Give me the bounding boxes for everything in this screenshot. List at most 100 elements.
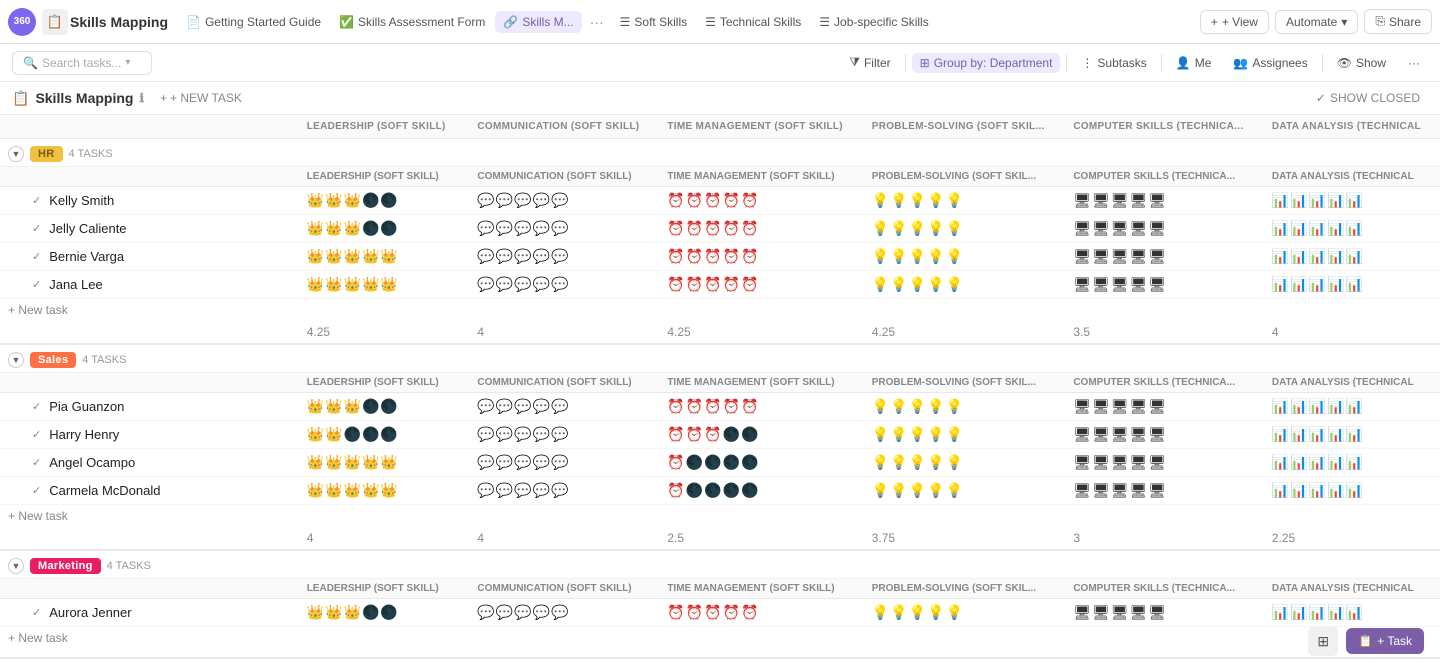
nav-tab-soft-skills[interactable]: ☰ Soft Skills xyxy=(612,11,695,33)
leadership-cell[interactable]: 👑👑👑👑👑 xyxy=(299,271,470,299)
group-by-button[interactable]: ⊞ Group by: Department xyxy=(912,53,1061,73)
problem-solving-cell[interactable]: 💡💡💡💡💡 xyxy=(864,449,1066,477)
summary-row-marketing xyxy=(0,649,1440,658)
time-management-cell[interactable]: ⏰⏰⏰⏰⏰ xyxy=(659,393,863,421)
search-box[interactable]: 🔍 Search tasks... ▾ xyxy=(12,51,152,75)
communication-cell[interactable]: 💬💬💬💬💬 xyxy=(469,271,659,299)
computer-skills-cell[interactable]: 🖥🖥🖥🖥🖥 xyxy=(1065,599,1264,627)
task-row[interactable]: ✓ Bernie Varga 👑👑👑👑👑 💬💬💬💬💬 ⏰⏰⏰⏰⏰ 💡💡💡💡💡 🖥… xyxy=(0,243,1440,271)
info-icon[interactable]: ℹ xyxy=(139,91,144,105)
communication-cell[interactable]: 💬💬💬💬💬 xyxy=(469,215,659,243)
problem-solving-cell[interactable]: 💡💡💡💡💡 xyxy=(864,187,1066,215)
communication-cell[interactable]: 💬💬💬💬💬 xyxy=(469,449,659,477)
leadership-cell[interactable]: 👑👑👑🌑🌑 xyxy=(299,187,470,215)
add-task-button[interactable]: 📋 + Task xyxy=(1346,628,1424,654)
data-analysis-cell[interactable]: 📊📊📊📊📊 xyxy=(1264,215,1440,243)
filter-button[interactable]: ⧩ Filter xyxy=(841,52,898,73)
time-management-cell[interactable]: ⏰🌑🌑🌑🌑 xyxy=(659,449,863,477)
computer-skills-cell[interactable]: 🖥🖥🖥🖥🖥 xyxy=(1065,421,1264,449)
grid-view-button[interactable]: ⊞ xyxy=(1308,626,1338,656)
communication-cell[interactable]: 💬💬💬💬💬 xyxy=(469,243,659,271)
communication-cell[interactable]: 💬💬💬💬💬 xyxy=(469,599,659,627)
computer-skills-cell[interactable]: 🖥🖥🖥🖥🖥 xyxy=(1065,187,1264,215)
time-management-cell[interactable]: ⏰⏰⏰⏰⏰ xyxy=(659,599,863,627)
computer-skills-cell[interactable]: 🖥🖥🖥🖥🖥 xyxy=(1065,215,1264,243)
problem-solving-cell[interactable]: 💡💡💡💡💡 xyxy=(864,243,1066,271)
leadership-cell[interactable]: 👑👑👑👑👑 xyxy=(299,449,470,477)
view-button[interactable]: + + View xyxy=(1200,10,1269,34)
nav-tab-job-specific[interactable]: ☰ Job-specific Skills xyxy=(811,11,936,33)
time-management-cell[interactable]: ⏰⏰⏰⏰⏰ xyxy=(659,187,863,215)
show-closed-button[interactable]: ✓ SHOW CLOSED xyxy=(1308,88,1428,108)
leadership-cell[interactable]: 👑👑👑🌑🌑 xyxy=(299,599,470,627)
communication-cell[interactable]: 💬💬💬💬💬 xyxy=(469,187,659,215)
search-placeholder: Search tasks... xyxy=(42,56,121,70)
leadership-cell[interactable]: 👑👑👑🌑🌑 xyxy=(299,215,470,243)
new-task-button[interactable]: + + NEW TASK xyxy=(152,88,250,108)
problem-solving-cell[interactable]: 💡💡💡💡💡 xyxy=(864,421,1066,449)
nav-tab-getting-started[interactable]: 📄 Getting Started Guide xyxy=(178,11,329,33)
computer-skills-cell[interactable]: 🖥🖥🖥🖥🖥 xyxy=(1065,271,1264,299)
data-analysis-cell[interactable]: 📊📊📊📊📊 xyxy=(1264,393,1440,421)
communication-cell[interactable]: 💬💬💬💬💬 xyxy=(469,477,659,505)
data-analysis-cell[interactable]: 📊📊📊📊📊 xyxy=(1264,421,1440,449)
leadership-cell[interactable]: 👑👑🌑🌑🌑 xyxy=(299,421,470,449)
time-management-cell[interactable]: ⏰⏰⏰⏰⏰ xyxy=(659,271,863,299)
more-options-button[interactable]: ··· xyxy=(1400,53,1428,73)
task-row[interactable]: ✓ Carmela McDonald 👑👑👑👑👑 💬💬💬💬💬 ⏰🌑🌑🌑🌑 💡💡💡… xyxy=(0,477,1440,505)
task-name: Angel Ocampo xyxy=(49,455,135,470)
problem-solving-cell[interactable]: 💡💡💡💡💡 xyxy=(864,271,1066,299)
task-row[interactable]: ✓ Harry Henry 👑👑🌑🌑🌑 💬💬💬💬💬 ⏰⏰⏰🌑🌑 💡💡💡💡💡 🖥🖥… xyxy=(0,421,1440,449)
me-button[interactable]: 👤 Me xyxy=(1168,53,1220,73)
computer-skills-cell[interactable]: 🖥🖥🖥🖥🖥 xyxy=(1065,243,1264,271)
problem-solving-cell[interactable]: 💡💡💡💡💡 xyxy=(864,393,1066,421)
show-button[interactable]: 👁 Show xyxy=(1329,53,1394,73)
leadership-cell[interactable]: 👑👑👑👑👑 xyxy=(299,243,470,271)
task-row[interactable]: ✓ Kelly Smith 👑👑👑🌑🌑 💬💬💬💬💬 ⏰⏰⏰⏰⏰ 💡💡💡💡💡 🖥🖥… xyxy=(0,187,1440,215)
nav-tab-skills-m[interactable]: 🔗 Skills M... xyxy=(495,11,581,33)
computer-skills-cell[interactable]: 🖥🖥🖥🖥🖥 xyxy=(1065,393,1264,421)
collapse-icon[interactable]: ▼ xyxy=(8,146,24,162)
check-closed-icon: ✓ xyxy=(1316,91,1326,105)
group-row-marketing[interactable]: ▼ Marketing 4 TASKS xyxy=(0,550,1440,579)
data-analysis-cell[interactable]: 📊📊📊📊📊 xyxy=(1264,449,1440,477)
automate-button[interactable]: Automate ▾ xyxy=(1275,10,1358,34)
new-task-row-sales[interactable]: + New task xyxy=(0,505,1440,528)
collapse-icon[interactable]: ▼ xyxy=(8,558,24,574)
new-task-row-hr[interactable]: + New task xyxy=(0,299,1440,322)
nav-tab-assessment-form[interactable]: ✅ Skills Assessment Form xyxy=(331,11,493,33)
computer-skills-cell[interactable]: 🖥🖥🖥🖥🖥 xyxy=(1065,477,1264,505)
problem-solving-cell[interactable]: 💡💡💡💡💡 xyxy=(864,477,1066,505)
data-analysis-cell[interactable]: 📊📊📊📊📊 xyxy=(1264,243,1440,271)
group-row-sales[interactable]: ▼ Sales 4 TASKS xyxy=(0,344,1440,373)
data-analysis-cell[interactable]: 📊📊📊📊📊 xyxy=(1264,599,1440,627)
time-management-cell[interactable]: ⏰⏰⏰🌑🌑 xyxy=(659,421,863,449)
problem-solving-cell[interactable]: 💡💡💡💡💡 xyxy=(864,215,1066,243)
data-analysis-cell[interactable]: 📊📊📊📊📊 xyxy=(1264,187,1440,215)
task-row[interactable]: ✓ Jana Lee 👑👑👑👑👑 💬💬💬💬💬 ⏰⏰⏰⏰⏰ 💡💡💡💡💡 🖥🖥🖥🖥🖥… xyxy=(0,271,1440,299)
time-management-cell[interactable]: ⏰🌑🌑🌑🌑 xyxy=(659,477,863,505)
data-analysis-cell[interactable]: 📊📊📊📊📊 xyxy=(1264,271,1440,299)
assignees-button[interactable]: 👥 Assignees xyxy=(1225,53,1315,73)
time-management-cell[interactable]: ⏰⏰⏰⏰⏰ xyxy=(659,215,863,243)
nav-tab-technical-skills[interactable]: ☰ Technical Skills xyxy=(697,11,809,33)
leadership-cell[interactable]: 👑👑👑👑👑 xyxy=(299,477,470,505)
communication-cell[interactable]: 💬💬💬💬💬 xyxy=(469,421,659,449)
new-task-row-marketing[interactable]: + New task xyxy=(0,627,1440,650)
task-row[interactable]: ✓ Angel Ocampo 👑👑👑👑👑 💬💬💬💬💬 ⏰🌑🌑🌑🌑 💡💡💡💡💡 🖥… xyxy=(0,449,1440,477)
group-row-hr[interactable]: ▼ HR 4 TASKS xyxy=(0,139,1440,167)
data-analysis-cell[interactable]: 📊📊📊📊📊 xyxy=(1264,477,1440,505)
time-management-cell[interactable]: ⏰⏰⏰⏰⏰ xyxy=(659,243,863,271)
subtasks-button[interactable]: ⋮ Subtasks xyxy=(1073,53,1154,73)
computer-skills-cell[interactable]: 🖥🖥🖥🖥🖥 xyxy=(1065,449,1264,477)
problem-solving-cell[interactable]: 💡💡💡💡💡 xyxy=(864,599,1066,627)
collapse-icon[interactable]: ▼ xyxy=(8,352,24,368)
task-row[interactable]: ✓ Pia Guanzon 👑👑👑🌑🌑 💬💬💬💬💬 ⏰⏰⏰⏰⏰ 💡💡💡💡💡 🖥🖥… xyxy=(0,393,1440,421)
nav-more-button[interactable]: ··· xyxy=(584,10,610,34)
task-row[interactable]: ✓ Aurora Jenner 👑👑👑🌑🌑 💬💬💬💬💬 ⏰⏰⏰⏰⏰ 💡💡💡💡💡 … xyxy=(0,599,1440,627)
communication-cell[interactable]: 💬💬💬💬💬 xyxy=(469,393,659,421)
task-row[interactable]: ✓ Jelly Caliente 👑👑👑🌑🌑 💬💬💬💬💬 ⏰⏰⏰⏰⏰ 💡💡💡💡💡… xyxy=(0,215,1440,243)
leadership-cell[interactable]: 👑👑👑🌑🌑 xyxy=(299,393,470,421)
list-title-icon: 📋 xyxy=(12,90,29,107)
share-button[interactable]: ⎘ Share xyxy=(1364,9,1432,34)
